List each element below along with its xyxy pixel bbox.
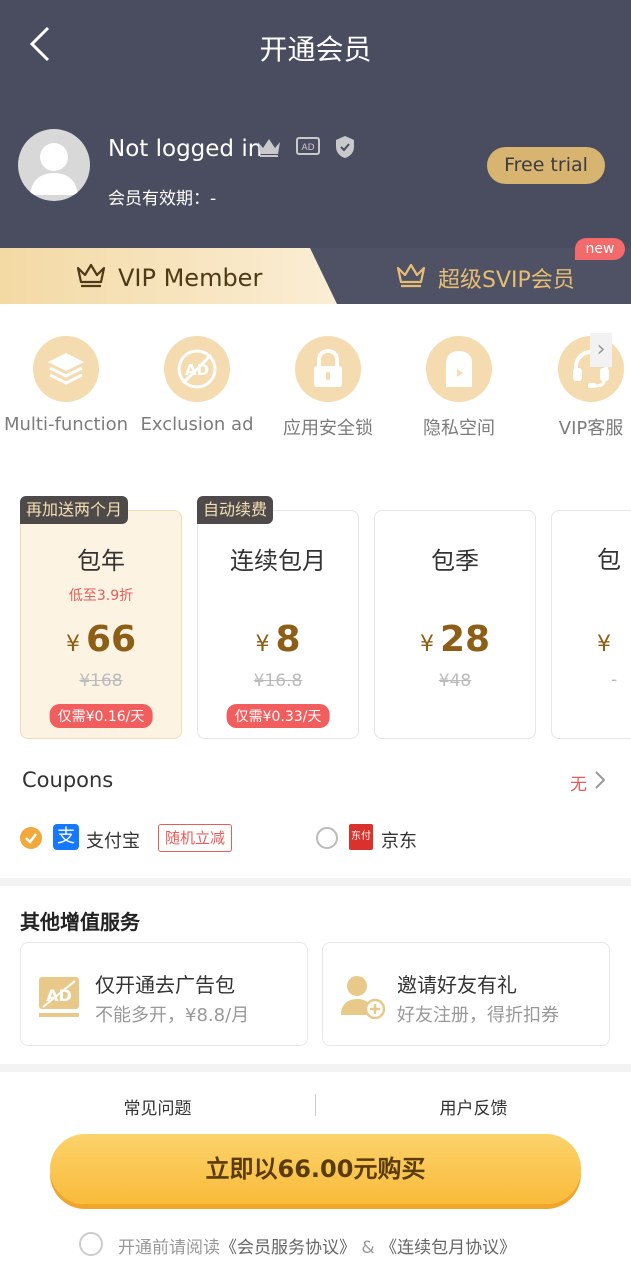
plan-price: ¥66 [65, 619, 137, 660]
alipay-label[interactable]: 支付宝 [86, 827, 140, 853]
chevron-right-icon[interactable]: › [590, 333, 612, 367]
coupons-label: Coupons [22, 768, 114, 792]
feedback-link[interactable]: 用户反馈 [316, 1094, 631, 1119]
plan-original-price: ¥48 [438, 671, 472, 691]
plan-card-yearly[interactable]: 包年 低至3.9折 ¥66 ¥168 仅需¥0.16/天 [20, 510, 182, 739]
plan-daily-price: 仅需¥0.33/天 [226, 704, 330, 728]
plan-price: ¥8 [255, 619, 301, 660]
agreement-text: 开通前请阅读《会员服务协议》 & 《连续包月协议》 [118, 1238, 517, 1258]
crown-icon [396, 262, 426, 294]
coupon-selector[interactable]: 无 [570, 770, 606, 795]
plan-original-price: ¥16.8 [253, 671, 303, 691]
membership-validity: 会员有效期：- [108, 189, 217, 209]
new-badge: new [575, 238, 625, 260]
plan-card-quarterly[interactable]: 包季 ¥28 ¥48 [374, 510, 536, 739]
plan-tag: 自动续费 [197, 496, 274, 524]
plan-price: ¥28 [419, 619, 491, 660]
tab-vip-member-label: VIP Member [76, 262, 262, 294]
faq-link[interactable]: 常见问题 [0, 1094, 315, 1119]
user-name[interactable]: Not logged in [108, 136, 262, 162]
plan-daily-price: 仅需¥0.16/天 [49, 704, 153, 728]
avatar[interactable] [18, 129, 90, 201]
feature-app-lock[interactable]: 应用安全锁 [263, 336, 393, 440]
jd-pay-label[interactable]: 京东 [381, 827, 417, 853]
feature-multi-function[interactable]: Multi-function [1, 336, 131, 435]
invite-friend-card[interactable]: 邀请好友有礼 好友注册，得折扣券 [322, 942, 610, 1046]
other-services-title: 其他增值服务 [20, 910, 140, 934]
plan-card-partial[interactable]: 包 ¥ - [551, 510, 631, 739]
section-divider [0, 1064, 631, 1072]
section-divider [0, 878, 631, 886]
ad-icon: AD [37, 973, 83, 1023]
alipay-radio[interactable] [20, 827, 42, 849]
feature-exclusion-ad[interactable]: AD Exclusion ad [132, 336, 262, 435]
crown-icon [256, 136, 282, 162]
invite-friend-icon [339, 973, 386, 1023]
private-space-icon [426, 336, 492, 402]
shield-icon [334, 135, 356, 163]
alipay-icon: 支 [53, 824, 79, 850]
feature-vip-support[interactable]: VIP客服 [526, 336, 631, 440]
jd-pay-radio[interactable] [316, 827, 338, 849]
buy-button[interactable]: 立即以66.00元购买 [50, 1134, 581, 1204]
chevron-right-icon [595, 771, 606, 794]
plan-original-price: ¥168 [79, 671, 123, 691]
layers-icon [33, 336, 99, 402]
page-title: 开通会员 [259, 33, 372, 66]
alipay-promo-badge: 随机立减 [158, 824, 233, 852]
crown-icon [76, 262, 106, 294]
free-trial-button[interactable]: Free trial [487, 147, 605, 184]
agreement-checkbox[interactable] [79, 1232, 103, 1256]
ad-block-icon: AD [164, 336, 230, 402]
ad-badge-icon: AD [296, 136, 320, 162]
plan-card-monthly-auto[interactable]: 连续包月 ¥8 ¥16.8 仅需¥0.33/天 [197, 510, 359, 739]
ad-free-package-card[interactable]: AD 仅开通去广告包 不能多开，¥8.8/月 [20, 942, 308, 1046]
svg-text:AD: AD [301, 143, 314, 153]
plan-tag: 再加送两个月 [20, 496, 129, 524]
monthly-renewal-agreement-link[interactable]: 《连续包月协议》 [380, 1238, 516, 1258]
member-service-agreement-link[interactable]: 《会员服务协议》 [220, 1238, 356, 1258]
lock-icon [295, 336, 361, 402]
jd-pay-icon: 东付 [349, 824, 373, 850]
tab-svip-member-label: 超级SVIP会员 [396, 262, 575, 294]
feature-private-space[interactable]: 隐私空间 [394, 336, 524, 440]
member-badges: AD [256, 135, 356, 163]
